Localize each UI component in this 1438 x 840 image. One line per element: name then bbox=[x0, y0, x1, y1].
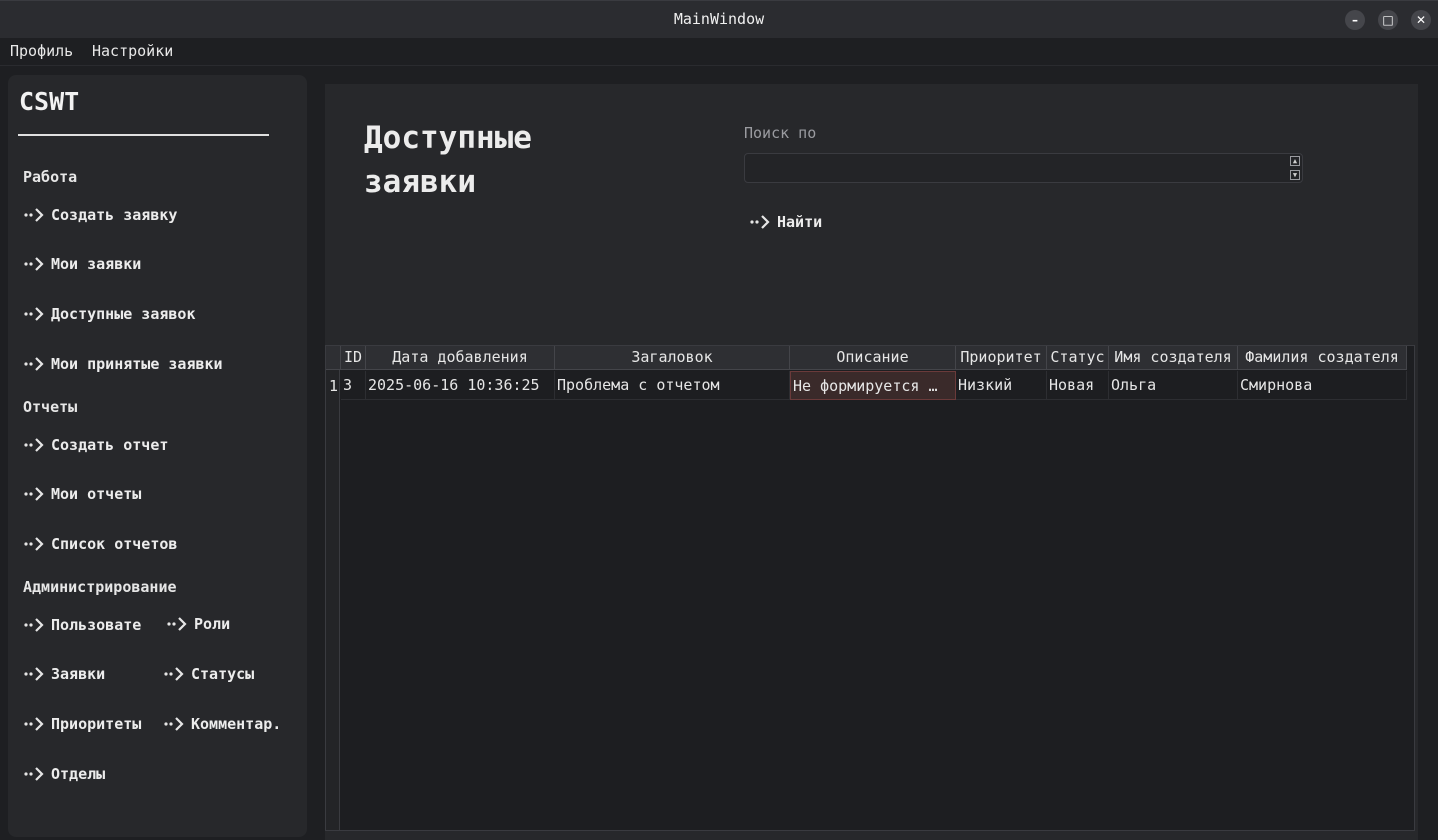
nav-label: Мои заявки bbox=[51, 255, 142, 273]
dotted-arrow-icon bbox=[24, 717, 44, 731]
nav-comments[interactable]: Комментар. bbox=[164, 715, 281, 733]
nav-label: Статусы bbox=[191, 665, 255, 683]
section-admin-label: Администрирование bbox=[23, 578, 177, 596]
spin-down-icon[interactable]: ▼ bbox=[1290, 170, 1300, 180]
minimize-icon: – bbox=[1352, 13, 1358, 27]
nav-label: Заявки bbox=[51, 665, 106, 683]
maximize-button[interactable]: □ bbox=[1378, 10, 1398, 30]
dotted-arrow-icon bbox=[164, 667, 184, 681]
nav-create-request[interactable]: Создать заявку bbox=[24, 206, 177, 224]
sidebar: CSWT Работа Создать заявку Мои заявки До… bbox=[8, 75, 307, 837]
minimize-button[interactable]: – bbox=[1345, 10, 1365, 30]
table-cell-description[interactable]: Не формируется … bbox=[790, 371, 956, 400]
table-cell-creator-surname[interactable]: Смирнова bbox=[1238, 371, 1407, 400]
menu-settings[interactable]: Настройки bbox=[92, 42, 173, 60]
app-logo: CSWT bbox=[19, 87, 80, 116]
column-header-title[interactable]: Загаловок bbox=[555, 346, 790, 370]
row-number[interactable]: 1 bbox=[329, 377, 338, 395]
title-bar: MainWindow – □ ✕ bbox=[0, 0, 1438, 38]
dotted-arrow-icon bbox=[24, 438, 44, 452]
dotted-arrow-icon bbox=[24, 257, 44, 271]
dotted-arrow-icon bbox=[24, 767, 44, 781]
column-header-description[interactable]: Описание bbox=[790, 346, 956, 370]
dotted-arrow-icon bbox=[24, 618, 44, 632]
table-cell-title[interactable]: Проблема с отчетом bbox=[555, 371, 790, 400]
nav-label: Создать заявку bbox=[51, 206, 178, 224]
nav-reports-list[interactable]: Список отчетов bbox=[24, 535, 177, 553]
find-button-label: Найти bbox=[777, 213, 823, 231]
nav-label: Список отчетов bbox=[51, 535, 178, 553]
row-header-column bbox=[326, 370, 340, 830]
dotted-arrow-icon bbox=[750, 215, 770, 229]
section-reports-label: Отчеты bbox=[23, 398, 78, 416]
close-icon: ✕ bbox=[1415, 13, 1427, 27]
table-cell-date[interactable]: 2025-06-16 10:36:25 bbox=[366, 371, 555, 400]
nav-roles[interactable]: Роли bbox=[167, 615, 230, 633]
nav-available-requests[interactable]: Доступные заявок bbox=[24, 305, 196, 323]
nav-label: Пользовате bbox=[51, 616, 142, 634]
column-header-creator-name[interactable]: Имя создателя bbox=[1109, 346, 1238, 370]
page-title-line-2: заявки bbox=[364, 164, 476, 200]
nav-departments[interactable]: Отделы bbox=[24, 765, 105, 783]
close-button[interactable]: ✕ bbox=[1411, 10, 1431, 30]
nav-label: Комментар. bbox=[191, 715, 282, 733]
column-header-date[interactable]: Дата добавления bbox=[366, 346, 555, 370]
dotted-arrow-icon bbox=[24, 487, 44, 501]
nav-requests-admin[interactable]: Заявки bbox=[24, 665, 105, 683]
page-title-line-1: Доступные bbox=[364, 120, 532, 156]
nav-my-requests[interactable]: Мои заявки bbox=[24, 255, 141, 273]
column-header-priority[interactable]: Приоритет bbox=[956, 346, 1047, 370]
spin-up-icon[interactable]: ▲ bbox=[1290, 156, 1300, 166]
nav-priorities[interactable]: Приоритеты bbox=[24, 715, 141, 733]
search-label: Поиск по bbox=[744, 124, 817, 142]
section-work-label: Работа bbox=[23, 168, 78, 186]
page-title: Доступные заявки bbox=[364, 116, 624, 204]
nav-label: Роли bbox=[194, 615, 231, 633]
dotted-arrow-icon bbox=[167, 617, 187, 631]
maximize-icon: □ bbox=[1382, 13, 1394, 27]
column-header-id[interactable]: ID bbox=[341, 346, 366, 370]
column-header-creator-surname[interactable]: Фамилия создателя bbox=[1238, 346, 1407, 370]
nav-label: Отделы bbox=[51, 765, 106, 783]
menu-profile[interactable]: Профиль bbox=[10, 42, 73, 60]
dotted-arrow-icon bbox=[24, 667, 44, 681]
dotted-arrow-icon bbox=[24, 307, 44, 321]
nav-users[interactable]: Пользовате bbox=[24, 616, 141, 634]
column-header-status[interactable]: Статус bbox=[1047, 346, 1109, 370]
window-title: MainWindow bbox=[673, 10, 765, 28]
table-cell-creator-name[interactable]: Ольга bbox=[1109, 371, 1238, 400]
nav-create-report[interactable]: Создать отчет bbox=[24, 436, 168, 454]
table-corner bbox=[326, 346, 341, 370]
nav-my-accepted-requests[interactable]: Мои принятые заявки bbox=[24, 355, 223, 373]
dotted-arrow-icon bbox=[164, 717, 184, 731]
nav-label: Создать отчет bbox=[51, 436, 169, 454]
dotted-arrow-icon bbox=[24, 357, 44, 371]
menu-bar: Профиль Настройки bbox=[0, 38, 1438, 66]
nav-label: Мои отчеты bbox=[51, 485, 142, 503]
table-cell-priority[interactable]: Низкий bbox=[956, 371, 1047, 400]
nav-my-reports[interactable]: Мои отчеты bbox=[24, 485, 141, 503]
main-panel: Доступные заявки Поиск по ▲ ▼ Найти ID Д… bbox=[325, 84, 1418, 840]
table-cell-status[interactable]: Новая bbox=[1047, 371, 1109, 400]
logo-divider bbox=[18, 134, 269, 136]
requests-table: ID Дата добавления Загаловок Описание Пр… bbox=[325, 345, 1415, 831]
nav-label: Приоритеты bbox=[51, 715, 142, 733]
find-button[interactable]: Найти bbox=[750, 213, 822, 231]
search-input[interactable]: ▲ ▼ bbox=[744, 153, 1303, 183]
dotted-arrow-icon bbox=[24, 208, 44, 222]
nav-statuses[interactable]: Статусы bbox=[164, 665, 254, 683]
nav-label: Доступные заявок bbox=[51, 305, 196, 323]
table-cell-id[interactable]: 3 bbox=[341, 371, 366, 400]
nav-label: Мои принятые заявки bbox=[51, 355, 223, 373]
dotted-arrow-icon bbox=[24, 537, 44, 551]
